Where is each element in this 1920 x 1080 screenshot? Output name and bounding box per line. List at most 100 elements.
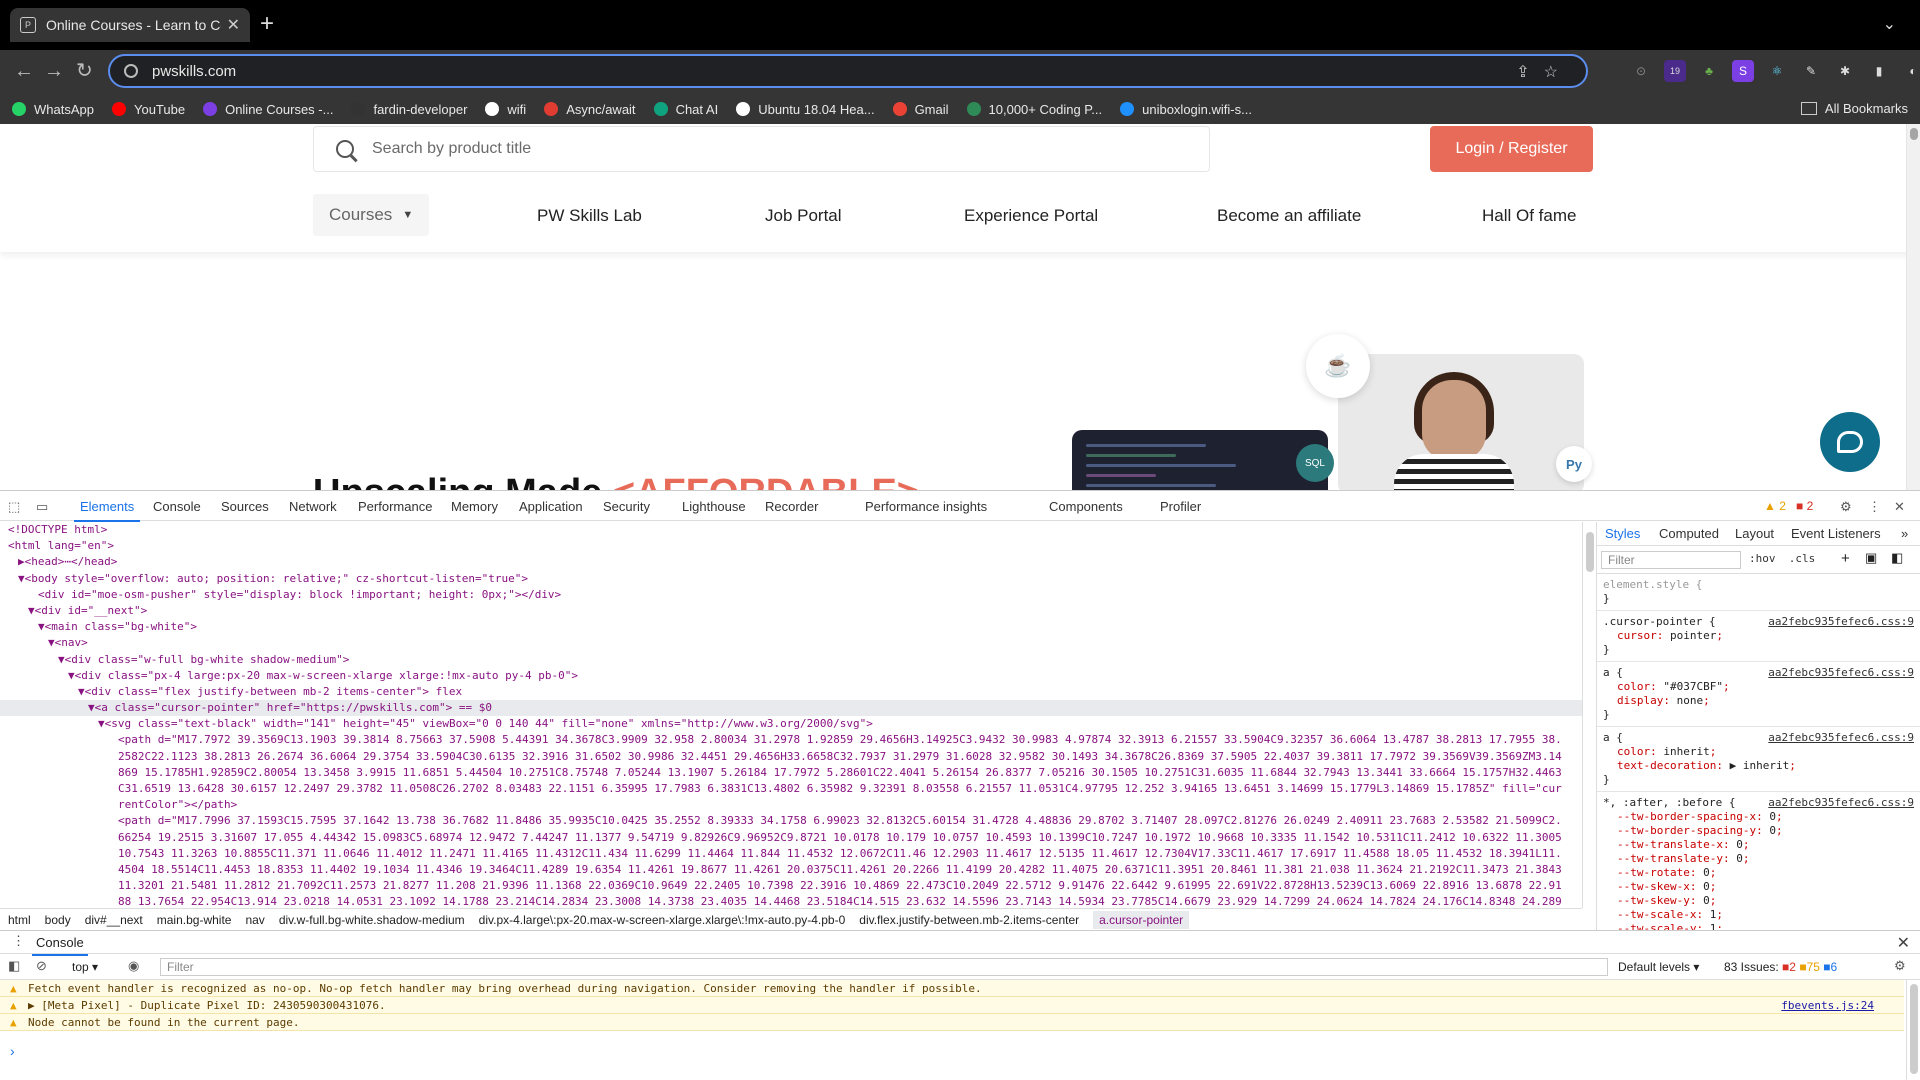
tab-performance-insights[interactable]: Performance insights [865,499,987,514]
device-toolbar-icon[interactable]: ▭ [36,499,48,515]
drawer-menu-icon[interactable]: ⋮ [12,933,25,949]
tab-elements[interactable]: Elements [73,499,141,522]
settings-gear-icon[interactable]: ⚙ [1840,499,1852,515]
browser-tab[interactable]: P Online Courses - Learn to Cod ✕ [10,8,250,42]
courses-dropdown[interactable]: Courses ▼ [313,194,429,236]
dom-node-line[interactable]: ▼<body style="overflow: auto; position: … [0,571,1582,587]
s-extension-icon[interactable]: S [1732,60,1754,82]
chat-widget-button[interactable] [1820,412,1880,472]
rule-source-link[interactable]: aa2febc935fefec6.css:9 [1768,615,1914,629]
breadcrumb-item[interactable]: html [8,913,31,927]
breadcrumb-item[interactable]: main.bg-white [157,913,232,927]
nav-link-pw-skills-lab[interactable]: PW Skills Lab [537,206,642,226]
share-bookmark-icons[interactable]: ⇪☆ [1516,62,1572,82]
dom-node-line[interactable]: 2582C22.1123 38.2813 26.2674 36.6064 29.… [0,749,1582,765]
errors-badge[interactable]: ■ 2 [1796,499,1813,513]
console-filter-input[interactable]: Filter [160,958,1608,976]
style-property[interactable]: --tw-scale-y: 1; [1603,922,1914,930]
all-bookmarks-button[interactable]: All Bookmarks [1800,101,1908,116]
tab-components[interactable]: Components [1049,499,1123,514]
dom-node-line[interactable]: 11.3201 21.5481 11.2812 21.7092C11.2573 … [0,878,1582,894]
tab-security[interactable]: Security [603,499,650,514]
style-property[interactable]: --tw-rotate: 0; [1603,866,1914,880]
dom-node-line[interactable]: rentColor"></path> [0,797,1582,813]
tab-styles[interactable]: Styles [1605,526,1640,541]
style-property[interactable]: --tw-scale-x: 1; [1603,908,1914,922]
dom-node-line[interactable]: 66254 19.2515 3.31607 17.055 4.44342 15.… [0,830,1582,846]
console-warning-message[interactable]: ▲ Fetch event handler is recognized as no… [0,980,1904,997]
source-link[interactable]: fbevents.js:24 [1781,997,1874,1013]
warnings-badge[interactable]: ▲ 2 [1764,499,1786,513]
dom-node-line[interactable]: <div id="moe-osm-pusher" style="display:… [0,587,1582,603]
tab-application[interactable]: Application [519,499,583,514]
bookmark-item[interactable]: Ubuntu 18.04 Hea... [736,102,875,117]
dom-node-line[interactable]: ▼<div id="__next"> [0,603,1582,619]
console-warning-message[interactable]: ▲ ▶ [Meta Pixel] - Duplicate Pixel ID: 24… [0,997,1904,1014]
console-settings-icon[interactable]: ⚙ [1894,958,1906,974]
style-property[interactable]: --tw-skew-x: 0; [1603,880,1914,894]
style-property[interactable]: --tw-translate-y: 0; [1603,852,1914,866]
style-rule[interactable]: a {aa2febc935fefec6.css:9 color: "#037CBF… [1597,662,1920,727]
tab-computed[interactable]: Computed [1659,526,1719,541]
style-property[interactable]: --tw-border-spacing-x: 0; [1603,810,1914,824]
log-levels-dropdown[interactable]: Default levels ▾ [1618,960,1699,974]
dom-node-line[interactable]: ▼<nav> [0,635,1582,651]
selected-dom-node[interactable]: ▼<a class="cursor-pointer" href="https:/… [0,700,1582,717]
bookmark-item[interactable]: wifi [485,102,526,117]
tab-lighthouse[interactable]: Lighthouse [682,499,746,514]
live-expression-eye-icon[interactable]: ◉ [128,958,139,974]
react-devtools-icon[interactable]: ⚛ [1766,60,1788,82]
nav-link-experience-portal[interactable]: Experience Portal [964,206,1098,226]
console-prompt[interactable]: › [10,1043,15,1059]
back-icon[interactable]: ← [14,60,34,82]
dom-node-line[interactable]: 4504 18.5514C11.4453 18.8353 11.4402 19.… [0,862,1582,878]
tab-profiler[interactable]: Profiler [1160,499,1201,514]
extension-badge-icon[interactable]: 19 [1664,60,1686,82]
console-warning-message[interactable]: ▲ Node cannot be found in the current pag… [0,1014,1904,1031]
breadcrumb-item[interactable]: div#__next [85,913,143,927]
pen-extension-icon[interactable]: ✎ [1800,60,1822,82]
context-selector[interactable]: top ▾ [72,960,98,974]
console-sidebar-icon[interactable]: ◧ [8,958,20,974]
tab-recorder[interactable]: Recorder [765,499,818,514]
dom-node-line[interactable]: ▼<div class="flex justify-between mb-2 i… [0,684,1582,700]
clear-console-icon[interactable]: ⊘ [36,958,47,974]
breadcrumb-item[interactable]: div.w-full.bg-white.shadow-medium [279,913,465,927]
rule-source-link[interactable]: aa2febc935fefec6.css:9 [1768,796,1914,810]
elements-tree[interactable]: <!DOCTYPE html> <html lang="en"> ▶<head>⋯<… [0,522,1582,912]
forward-icon[interactable]: → [44,60,64,82]
tab-layout[interactable]: Layout [1735,526,1774,541]
dom-node-line[interactable]: <path d="M17.7972 39.3569C13.1903 39.381… [0,732,1582,748]
style-property[interactable]: text-decoration: ▶ inherit; [1603,759,1914,773]
dom-node-line[interactable]: ▼<main class="bg-white"> [0,619,1582,635]
sidebar-toggle-icon[interactable]: ◧ [1891,550,1903,566]
breadcrumb-item[interactable]: div.flex.justify-between.mb-2.items-cent… [859,913,1079,927]
nav-link-hall-of-fame[interactable]: Hall Of fame [1482,206,1576,226]
close-tab-icon[interactable]: ✕ [227,15,240,35]
style-property[interactable]: color: "#037CBF"; [1603,680,1914,694]
site-info-icon[interactable] [124,64,138,78]
breadcrumb-item[interactable]: div.px-4.large\:px-20.max-w-screen-xlarg… [479,913,846,927]
dom-node-line[interactable]: C31.6519 13.6428 30.6157 12.2497 29.3782… [0,781,1582,797]
tab-performance[interactable]: Performance [358,499,432,514]
profile-avatar-icon[interactable]: ◐ [1902,60,1920,82]
dom-node-line[interactable]: ▶<head>⋯</head> [0,554,1582,570]
paint-icon[interactable]: ▣ [1865,550,1877,566]
styles-filter-input[interactable]: Filter [1601,551,1741,569]
dom-node-line[interactable]: 10.7543 11.3263 10.8855C11.371 11.0646 1… [0,846,1582,862]
dom-node-line[interactable]: ▼<div class="w-full bg-white shadow-medi… [0,652,1582,668]
new-tab-button[interactable]: + [260,12,274,36]
bookmark-item[interactable]: Online Courses -... [203,102,333,117]
close-devtools-icon[interactable]: ✕ [1894,499,1905,515]
breadcrumb-item[interactable]: nav [245,913,264,927]
bookmark-item[interactable]: fardin-developer [351,102,467,117]
page-scrollbar[interactable] [1906,124,1920,490]
new-rule-icon[interactable]: + [1841,550,1850,567]
tab-console[interactable]: Console [153,499,201,514]
issues-counter[interactable]: 83 Issues: ■2 ■75 ■6 [1724,960,1837,974]
extension-icon[interactable]: ⊙ [1630,60,1652,82]
style-property[interactable]: cursor: pointer; [1603,629,1914,643]
bookmark-item[interactable]: WhatsApp [12,102,94,117]
puzzle-extensions-icon[interactable]: ✱ [1834,60,1856,82]
more-options-icon[interactable]: ⋮ [1868,499,1881,515]
